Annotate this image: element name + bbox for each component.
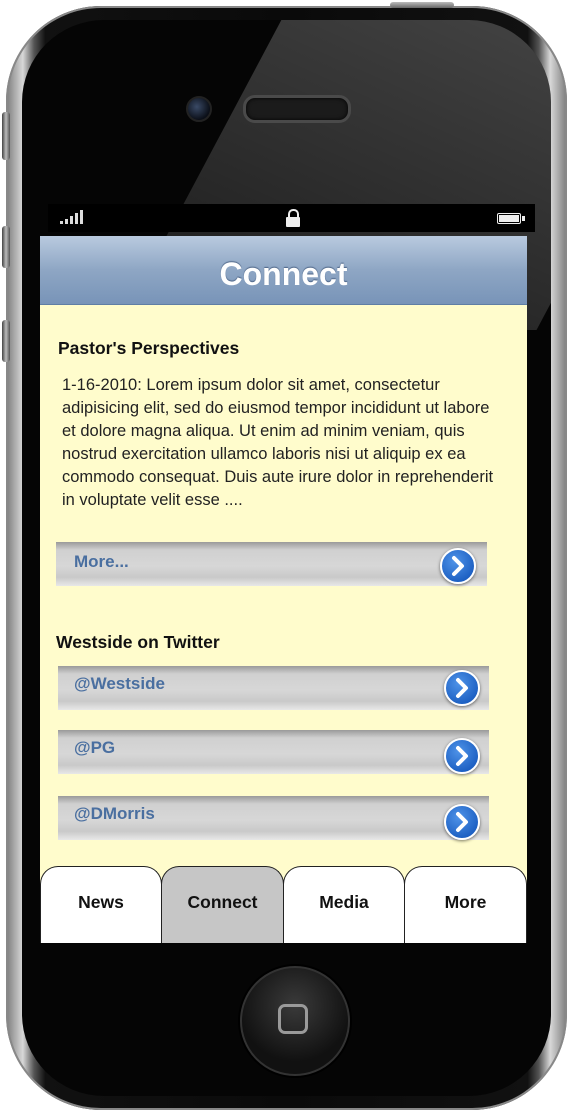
home-square-icon	[278, 1004, 308, 1034]
tab-news[interactable]: News	[40, 866, 162, 943]
more-button[interactable]: More...	[56, 542, 487, 586]
chevron-right-icon[interactable]	[444, 804, 480, 840]
tab-connect[interactable]: Connect	[161, 866, 284, 943]
tab-label: More	[444, 892, 487, 912]
more-button-label: More...	[74, 552, 129, 571]
pastor-section-heading: Pastor's Perspectives	[58, 338, 240, 358]
tab-label: Connect	[187, 892, 258, 912]
navigation-bar: Connect	[40, 236, 527, 305]
home-button[interactable]	[240, 966, 350, 1076]
twitter-item-pg[interactable]: @PG	[58, 730, 489, 774]
battery-icon	[497, 213, 525, 224]
chevron-right-icon[interactable]	[444, 738, 480, 774]
chevron-right-icon[interactable]	[444, 670, 480, 706]
twitter-item-westside[interactable]: @Westside	[58, 666, 489, 710]
twitter-item-label: @Westside	[74, 674, 165, 693]
front-camera	[186, 96, 212, 122]
tab-more[interactable]: More	[404, 866, 527, 943]
page-title: Connect	[219, 256, 348, 292]
app-screen: Connect Pastor's Perspectives 1-16-2010:…	[40, 236, 527, 943]
tab-bar: News Connect Media More	[40, 866, 527, 943]
status-bar	[48, 204, 535, 232]
earpiece-speaker	[243, 95, 351, 123]
pastor-article-text: 1-16-2010: Lorem ipsum dolor sit amet, c…	[62, 376, 494, 509]
twitter-section-heading: Westside on Twitter	[56, 632, 220, 652]
tab-label: Media	[319, 892, 369, 912]
tab-media[interactable]: Media	[283, 866, 405, 943]
power-button	[390, 2, 454, 8]
tab-label: News	[78, 892, 124, 912]
mute-switch	[2, 112, 10, 160]
lock-icon	[286, 209, 300, 227]
volume-down-button	[2, 320, 10, 362]
twitter-item-label: @DMorris	[74, 804, 155, 823]
twitter-item-label: @PG	[74, 738, 116, 757]
volume-up-button	[2, 226, 10, 268]
chevron-right-icon[interactable]	[440, 548, 476, 584]
twitter-item-dmorris[interactable]: @DMorris	[58, 796, 489, 840]
